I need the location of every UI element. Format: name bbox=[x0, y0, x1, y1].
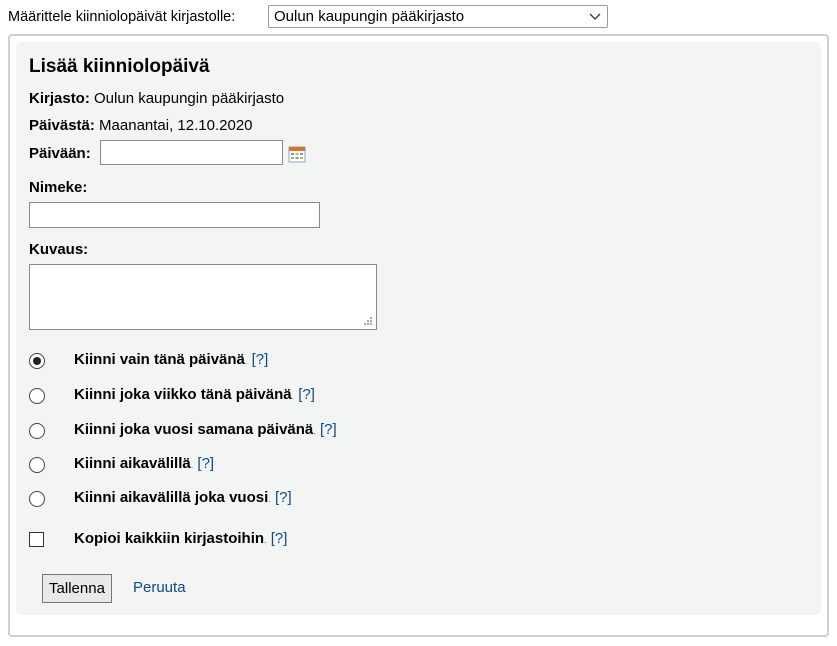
calendar-icon[interactable] bbox=[288, 145, 306, 163]
form-panel: Lisää kiinniolopäivä Kirjasto: Oulun kau… bbox=[16, 42, 821, 615]
from-date-value: Maanantai, 12.10.2020 bbox=[99, 117, 253, 134]
library-selector-row: Määrittele kiinniolopäivät kirjastolle: bbox=[8, 5, 235, 29]
cancel-link[interactable]: Peruuta bbox=[133, 579, 186, 596]
library-row: Kirjasto: Oulun kaupungin pääkirjasto bbox=[29, 90, 284, 107]
radio-close-range[interactable] bbox=[29, 457, 45, 473]
description-label: Kuvaus: bbox=[29, 241, 89, 258]
library-value: Oulun kaupungin pääkirjasto bbox=[94, 90, 285, 107]
option-label: Kiinni aikavälillä bbox=[74, 455, 191, 472]
option-close-this-day-only: Kiinni vain tänä päivänä. [?] bbox=[74, 351, 269, 368]
option-copy-all: Kopioi kaikkiin kirjastoihin. [?] bbox=[74, 530, 288, 547]
help-link[interactable]: [?] bbox=[197, 455, 214, 472]
title-input[interactable] bbox=[29, 202, 320, 228]
help-link[interactable]: [?] bbox=[298, 386, 315, 403]
copy-all-checkbox[interactable] bbox=[29, 532, 44, 547]
radio-close-this-day-only[interactable] bbox=[29, 353, 45, 369]
from-date-row: Päivästä: Maanantai, 12.10.2020 bbox=[29, 117, 253, 134]
help-link[interactable]: [?] bbox=[252, 351, 269, 368]
form-title: Lisää kiinniolopäivä bbox=[29, 56, 210, 77]
library-select[interactable]: Oulun kaupungin pääkirjasto bbox=[268, 5, 608, 28]
to-date-label: Päivään: bbox=[29, 145, 91, 162]
help-link[interactable]: [?] bbox=[275, 489, 292, 506]
title-label: Nimeke: bbox=[29, 179, 88, 196]
help-link[interactable]: [?] bbox=[320, 421, 337, 438]
option-close-yearly: Kiinni joka vuosi samana päivänä. [?] bbox=[74, 421, 337, 438]
option-close-weekly: Kiinni joka viikko tänä päivänä. [?] bbox=[74, 386, 315, 403]
save-button[interactable]: Tallenna bbox=[42, 574, 112, 603]
option-label: Kiinni vain tänä päivänä bbox=[74, 351, 245, 368]
to-date-input[interactable] bbox=[100, 140, 283, 165]
option-label: Kiinni joka vuosi samana päivänä bbox=[74, 421, 314, 438]
option-label: Kiinni joka viikko tänä päivänä bbox=[74, 386, 292, 403]
library-select-value: Oulun kaupungin pääkirjasto bbox=[274, 8, 465, 25]
option-close-range: Kiinni aikavälillä. [?] bbox=[74, 455, 215, 472]
radio-close-weekly[interactable] bbox=[29, 388, 45, 404]
from-date-label: Päivästä: bbox=[29, 117, 95, 134]
library-label: Kirjasto: bbox=[29, 90, 90, 107]
chevron-down-icon bbox=[589, 13, 601, 20]
radio-close-yearly[interactable] bbox=[29, 423, 45, 439]
resize-grip-icon[interactable] bbox=[363, 316, 373, 326]
help-link[interactable]: [?] bbox=[271, 530, 288, 547]
radio-close-range-yearly[interactable] bbox=[29, 491, 45, 507]
form-container: Lisää kiinniolopäivä Kirjasto: Oulun kau… bbox=[8, 34, 829, 637]
copy-all-label: Kopioi kaikkiin kirjastoihin bbox=[74, 530, 265, 547]
option-close-range-yearly: Kiinni aikavälillä joka vuosi. [?] bbox=[74, 489, 292, 506]
description-textarea[interactable] bbox=[29, 264, 377, 330]
library-selector-label: Määrittele kiinniolopäivät kirjastolle: bbox=[8, 9, 236, 25]
option-label: Kiinni aikavälillä joka vuosi bbox=[74, 489, 269, 506]
